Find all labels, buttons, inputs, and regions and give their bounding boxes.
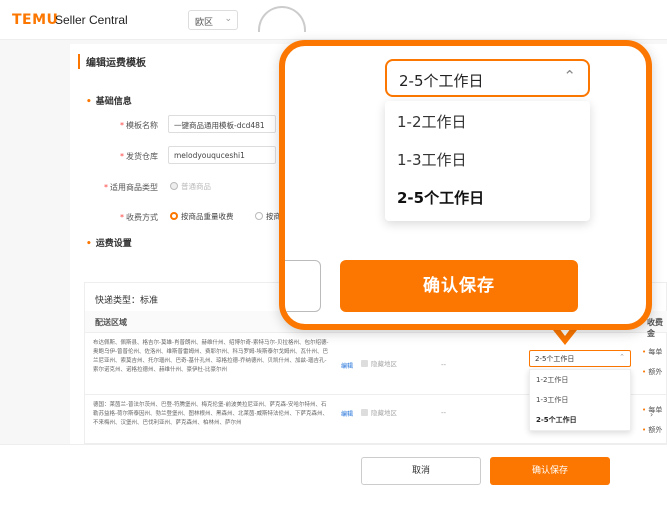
save-button[interactable]: 确认保存	[490, 457, 610, 485]
checkbox-icon	[361, 409, 368, 416]
footer-bar: 取消 确认保存	[0, 444, 667, 517]
zoom-cancel-button[interactable]	[285, 260, 321, 312]
radio-disabled-icon	[170, 182, 178, 190]
dropdown-option[interactable]: 1-2工作日	[530, 370, 630, 390]
chevron-up-icon: ⌃	[563, 67, 576, 85]
region-select[interactable]: 欧区 ⌄	[188, 10, 238, 30]
region-list: 布达佩斯、佩斯县、格吉尔-莫雄-肖普朗州、赫维什州、绍博尔奇-索特马尔-贝拉格州…	[93, 340, 329, 373]
zoom-callout: 2-5个工作日 ⌃ 1-2工作日 1-3工作日 2-5个工作日 确认保存	[279, 40, 652, 330]
fee-extra: 额外	[642, 367, 662, 377]
product-type-label: * 适用商品类型	[104, 183, 158, 192]
placeholder-dash: --	[441, 361, 447, 369]
fee-extra: 额外	[642, 425, 662, 435]
edit-region-link[interactable]: 编辑	[341, 361, 353, 370]
scroll-arrow-icon[interactable]: ›	[650, 410, 660, 419]
dropdown-option-selected[interactable]: 2-5个工作日	[530, 410, 630, 430]
delivery-time-dropdown: 1-2工作日 1-3工作日 2-5个工作日	[529, 369, 631, 431]
region-list: 德国：莱茵兰-普法尔茨州、巴登-符腾堡州、梅克伦堡-前波美拉尼亚州、萨克森-安哈…	[93, 402, 328, 426]
template-name-input[interactable]: 一键商品通用模板-dcd481	[168, 115, 276, 133]
dropdown-option[interactable]: 1-3工作日	[530, 390, 630, 410]
basic-info-section: 基础信息	[86, 94, 132, 107]
product-type-radio: 普通商品	[170, 181, 211, 192]
radio-unchecked-icon	[255, 212, 263, 220]
zoom-save-button[interactable]: 确认保存	[340, 260, 578, 312]
zoom-dropdown-option-selected[interactable]: 2-5个工作日	[385, 177, 590, 215]
headset-decoration-icon	[258, 6, 306, 32]
warehouse-select[interactable]: melodyouquceshi1	[168, 146, 276, 164]
zoom-delivery-time-select[interactable]: 2-5个工作日 ⌃	[385, 59, 590, 97]
chevron-down-icon: ⌄	[224, 14, 232, 24]
zoom-dropdown-option[interactable]: 1-2工作日	[385, 101, 590, 139]
fee-settings-section: 运费设置	[86, 236, 132, 249]
charge-by-weight-radio[interactable]: 按商品重量收费	[170, 211, 234, 222]
placeholder-dash: --	[441, 409, 447, 417]
cancel-button[interactable]: 取消	[361, 457, 481, 485]
zoom-dropdown-option[interactable]: 1-3工作日	[385, 139, 590, 177]
checkbox-icon	[361, 360, 368, 367]
template-name-label: * 模板名称	[120, 121, 158, 130]
warehouse-label: * 发货仓库	[120, 152, 158, 161]
col-region-header: 配送区域	[95, 318, 127, 327]
delivery-time-select[interactable]: 2-5个工作日 ⌃	[529, 350, 631, 367]
hide-region-checkbox[interactable]: 隐藏地区	[361, 358, 397, 368]
chevron-up-icon: ⌃	[619, 353, 625, 361]
charge-by-item-radio[interactable]: 按商	[255, 211, 281, 222]
hide-region-checkbox[interactable]: 隐藏地区	[361, 407, 397, 417]
radio-checked-icon	[170, 212, 178, 220]
seller-central-page: TEMU Seller Central 欧区 ⌄ 编辑运费模板 基础信息 *模板…	[0, 0, 667, 517]
edit-region-link[interactable]: 编辑	[341, 409, 353, 418]
zoom-delivery-time-dropdown: 1-2工作日 1-3工作日 2-5个工作日	[385, 101, 590, 221]
region-label: 欧区	[195, 18, 214, 28]
charge-method-label: * 收费方式	[120, 213, 158, 222]
temu-logo[interactable]: TEMU	[12, 12, 58, 28]
fee-per-order: 每单	[642, 347, 662, 357]
express-type-label: 快递类型：标准	[95, 296, 159, 306]
top-bar: TEMU Seller Central 欧区 ⌄	[0, 0, 667, 40]
page-title: 编辑运费模板	[78, 54, 146, 69]
brand-subtitle: Seller Central	[55, 13, 128, 27]
